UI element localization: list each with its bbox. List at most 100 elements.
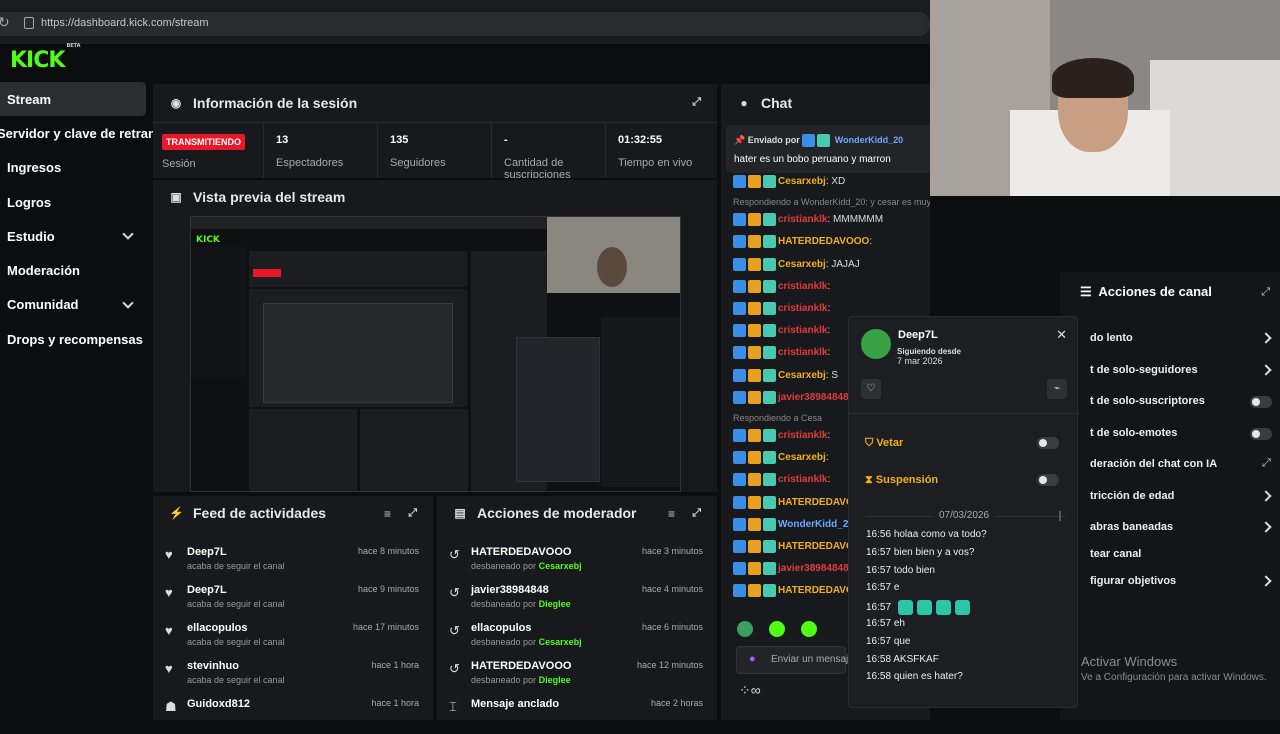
chat-username[interactable]: cristianklk	[778, 348, 827, 359]
filter-icon[interactable]: ≡	[668, 507, 675, 521]
chat-message[interactable]: Cesarxebj: S	[733, 368, 838, 382]
stat-label: Espectadores	[276, 157, 344, 169]
scrollbar[interactable]	[1059, 511, 1061, 521]
site-info-icon[interactable]	[24, 17, 34, 29]
chat-username[interactable]: cristianklk	[778, 325, 827, 336]
expand-icon[interactable]: ⤢	[1261, 286, 1270, 299]
chat-message[interactable]: cristianklk:	[733, 279, 830, 293]
address-bar[interactable]: ↻ https://dashboard.kick.com/stream	[0, 12, 930, 36]
emote-icon[interactable]	[769, 621, 785, 637]
chat-username[interactable]: Cesarxebj	[778, 370, 826, 381]
chat-message[interactable]: WonderKidd_20:	[733, 517, 857, 531]
chat-message[interactable]: Cesarxebj:	[733, 451, 829, 465]
expand-icon[interactable]: ⤢	[408, 507, 417, 520]
mute-icon[interactable]: ⌁	[1047, 379, 1067, 399]
channel-action-banned-words[interactable]: abras baneadas	[1090, 521, 1173, 533]
chat-message[interactable]: Cesarxebj: JAJAJ	[733, 257, 860, 271]
list-item[interactable]: ↺ HATERDEDAVOOO desbaneado por Dieglee hace…	[437, 658, 717, 696]
chat-message[interactable]: HATERDEDAVOOO:	[733, 235, 872, 249]
chat-message[interactable]: cristianklk: MMMMMM	[733, 213, 883, 227]
list-item[interactable]: ↺ ellacopulos desbaneado por Cesarxebj hace…	[437, 620, 717, 658]
sidebar-item-drops[interactable]: Drops y recompensas	[0, 322, 146, 356]
chat-username[interactable]: Cesarxebj	[778, 259, 826, 270]
channel-action-subs-only[interactable]: t de solo-suscriptores	[1090, 395, 1205, 407]
chat-message[interactable]: cristianklk:	[733, 346, 830, 360]
sidebar-item-estudio[interactable]: Estudio	[0, 219, 146, 253]
mod-by[interactable]: Cesarxebj	[539, 637, 582, 647]
kick-logo[interactable]: KICKBETA	[10, 43, 81, 73]
chat-username[interactable]: javier38984848	[778, 392, 849, 403]
filter-icon[interactable]: ≡	[384, 507, 391, 521]
emotes-only-toggle[interactable]	[1250, 428, 1272, 440]
chat-message[interactable]: cristianklk:	[733, 429, 830, 442]
expand-icon[interactable]: ⤢	[692, 507, 701, 520]
chat-username[interactable]: Cesarxebj	[778, 452, 826, 463]
sidebar-item-ingresos[interactable]: Ingresos	[0, 151, 146, 185]
chat-username[interactable]: Cesarxebj	[778, 176, 826, 187]
veto-text: Vetar	[876, 437, 904, 449]
sidebar-item-server-key[interactable]: Servidor y clave de retransmisión	[0, 116, 205, 150]
chat-username[interactable]: cristianklk	[778, 475, 827, 486]
chat-username[interactable]: cristianklk	[778, 303, 827, 314]
sidebar-item-moderacion[interactable]: Moderación	[0, 253, 146, 287]
message-time: 16:57	[866, 602, 892, 614]
channel-action-age-restriction[interactable]: tricción de edad	[1090, 490, 1174, 502]
pinned-message[interactable]: 📌 Enviado por WonderKidd_20 hater es un …	[726, 125, 931, 173]
chat-username[interactable]: cristianklk	[778, 430, 827, 441]
list-item[interactable]: ↺ javier38984848 desbaneado por Dieglee hac…	[437, 582, 717, 620]
chat-message[interactable]: cristianklk:	[733, 302, 830, 315]
sidebar-item-stream[interactable]: Stream	[0, 82, 146, 117]
url-text[interactable]: https://dashboard.kick.com/stream	[41, 17, 209, 29]
mod-by[interactable]: Cesarxebj	[539, 561, 582, 571]
list-item[interactable]: ☗ Guidoxd812 hace 1 hora	[153, 696, 433, 734]
chat-message[interactable]: cristianklk:	[733, 324, 830, 338]
chat-username[interactable]: cristianklk	[778, 214, 827, 225]
mod-by[interactable]: Dieglee	[539, 599, 571, 609]
heart-icon: ♥	[165, 547, 173, 562]
infinity-icon[interactable]: ⁘∞	[739, 682, 761, 699]
chat-reply-context[interactable]: Respondiendo a Cesa	[733, 413, 822, 423]
chat-reply-context[interactable]: Respondiendo a WonderKidd_20: y cesar es…	[733, 197, 930, 207]
chat-message[interactable]: cristianklk:	[733, 473, 830, 487]
channel-action-followers-only[interactable]: t de solo-seguidores	[1090, 364, 1198, 376]
emote-icon[interactable]	[801, 621, 817, 637]
list-item[interactable]: ♥ Deep7L acaba de seguir el canal hace 9 mi…	[153, 582, 433, 620]
chat-username[interactable]: HATERDEDAVOOO	[778, 237, 869, 248]
channel-action-goals[interactable]: figurar objetivos	[1090, 575, 1176, 587]
preview-icon: ▣	[170, 190, 182, 204]
close-icon[interactable]: ✕	[1056, 327, 1067, 343]
subs-only-toggle[interactable]	[1250, 396, 1272, 408]
channel-action-label: t de solo-seguidores	[1090, 364, 1198, 376]
chat-username[interactable]: cristianklk	[778, 281, 827, 292]
crown-badge-icon	[748, 540, 761, 553]
chat-input[interactable]: ● Enviar un mensaje	[736, 646, 854, 674]
emote-icon[interactable]	[737, 621, 753, 637]
sidebar-item-logros[interactable]: Logros	[0, 185, 146, 219]
stream-preview-video[interactable]: KICK	[190, 216, 681, 492]
chat-username[interactable]: WonderKidd_20	[778, 519, 854, 530]
reload-icon[interactable]: ↻	[0, 14, 10, 31]
list-item[interactable]: ↺ HATERDEDAVOOO desbaneado por Cesarxebj ha…	[437, 544, 717, 582]
list-item[interactable]: ♥ ellacopulos acaba de seguir el canal hace…	[153, 620, 433, 658]
list-item[interactable]: ♥ Deep7L acaba de seguir el canal hace 8 mi…	[153, 544, 433, 582]
mod-by[interactable]: Dieglee	[539, 675, 571, 685]
suspend-toggle[interactable]	[1037, 474, 1059, 486]
pinned-author[interactable]: WonderKidd_20	[835, 135, 903, 145]
channel-action-ai-moderation[interactable]: deración del chat con IA	[1090, 458, 1217, 470]
activity-name: ellacopulos	[187, 622, 248, 634]
chat-username[interactable]: javier38984848	[778, 563, 849, 574]
sidebar-item-comunidad[interactable]: Comunidad	[0, 288, 146, 322]
expand-icon[interactable]: ⤢	[692, 96, 701, 109]
channel-action-raid[interactable]: tear canal	[1090, 548, 1141, 560]
activity-time: hace 1 hora	[371, 660, 419, 670]
veto-toggle[interactable]	[1037, 437, 1059, 449]
crown-badge-icon	[748, 346, 761, 360]
crown-badge-icon	[748, 324, 761, 338]
list-item[interactable]: ♥ stevinhuo acaba de seguir el canal hace 1…	[153, 658, 433, 696]
chat-message[interactable]: Cesarxebj: XD	[733, 175, 845, 188]
channel-action-emotes-only[interactable]: t de solo-emotes	[1090, 427, 1177, 439]
channel-action-slow-mode[interactable]: do lento	[1090, 332, 1133, 344]
heart-icon[interactable]: ♡	[861, 379, 881, 399]
user-message-line: 16:57 e	[866, 582, 899, 593]
list-item[interactable]: ⌶ Mensaje anclado hace 2 horas	[437, 696, 717, 734]
